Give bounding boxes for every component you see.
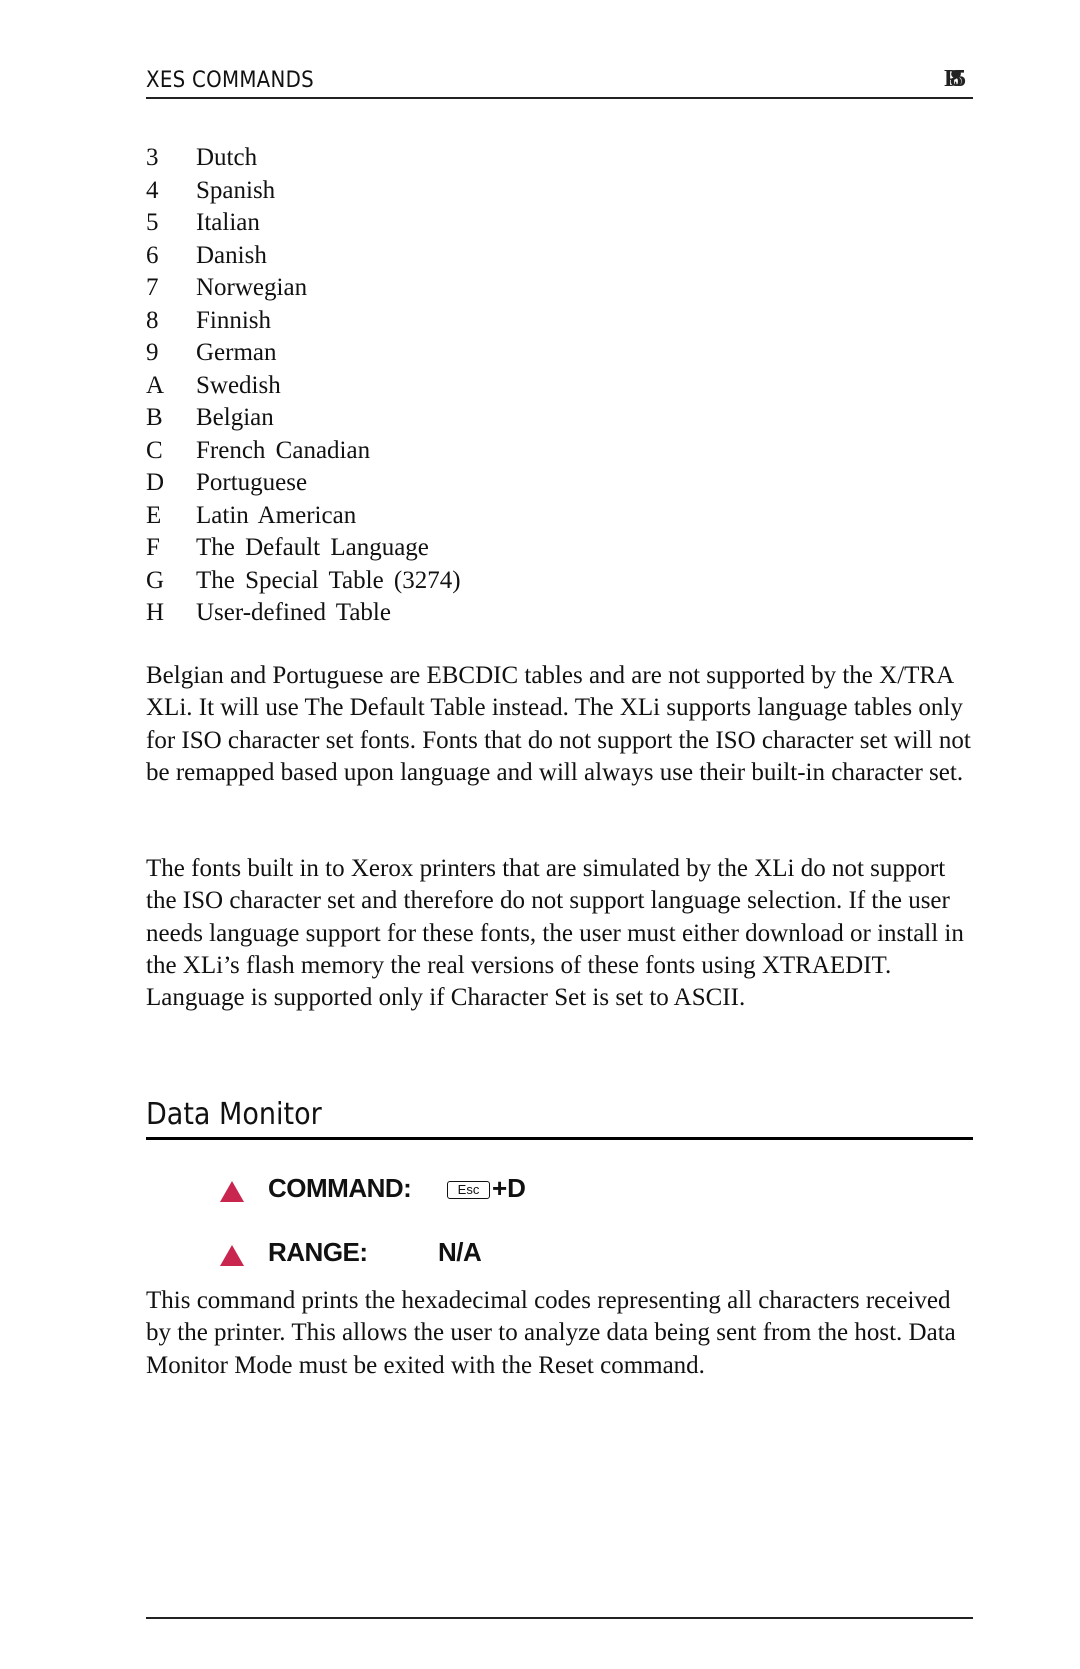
language-name: The Default Language	[196, 534, 429, 561]
esc-key-icon: Esc	[447, 1181, 490, 1199]
language-code: 9	[146, 339, 159, 366]
section-title: Data Monitor	[146, 1097, 322, 1132]
language-code: 5	[146, 209, 159, 236]
footer-rule	[146, 1617, 973, 1619]
language-name: Danish	[196, 241, 267, 269]
running-head: XES COMMANDS	[146, 68, 314, 93]
language-name: User-defined Table	[196, 599, 391, 626]
language-code: 8	[146, 306, 159, 334]
language-code: B	[146, 404, 163, 431]
language-name: German	[196, 339, 277, 366]
command-suffix: +D	[492, 1173, 526, 1203]
language-code: D	[146, 469, 165, 496]
language-code: F	[146, 534, 160, 561]
language-name: French Canadian	[196, 436, 371, 464]
language-name: Portuguese	[196, 469, 308, 496]
language-name: Swedish	[196, 371, 281, 399]
language-code: C	[146, 436, 163, 464]
language-name: The Special Table (3274)	[196, 566, 461, 594]
language-code: 3	[146, 144, 159, 171]
language-name: Finnish	[196, 306, 272, 334]
language-name: Spanish	[196, 176, 276, 204]
page-number-glyph: 5	[954, 66, 966, 92]
language-code: H	[146, 599, 165, 626]
language-name: Norwegian	[196, 274, 308, 301]
section-rule	[146, 1137, 973, 1140]
page-number: P 8 5	[944, 66, 974, 96]
language-code: 7	[146, 274, 159, 301]
triangle-bullet-icon	[220, 1181, 244, 1202]
range-value: N/A	[438, 1237, 482, 1267]
paragraph-data-monitor-description: This command prints the hexadecimal code…	[146, 1287, 956, 1379]
triangle-bullet-icon	[220, 1245, 244, 1266]
paragraph-xerox-fonts-note: The fonts built in to Xerox printers tha…	[146, 855, 964, 1012]
language-code: 4	[146, 176, 159, 204]
language-code: E	[146, 501, 162, 529]
language-code: G	[146, 566, 165, 594]
language-code: A	[146, 371, 165, 399]
range-label: RANGE:	[268, 1237, 368, 1267]
paragraph-ebcdic-note: Belgian and Portuguese are EBCDIC tables…	[146, 662, 971, 786]
language-name: Belgian	[196, 404, 274, 431]
language-name: Dutch	[196, 144, 258, 171]
header-rule	[146, 97, 973, 99]
language-name: Latin American	[196, 501, 357, 529]
language-name: Italian	[196, 209, 260, 236]
command-label: COMMAND:	[268, 1173, 412, 1203]
language-code: 6	[146, 241, 159, 269]
